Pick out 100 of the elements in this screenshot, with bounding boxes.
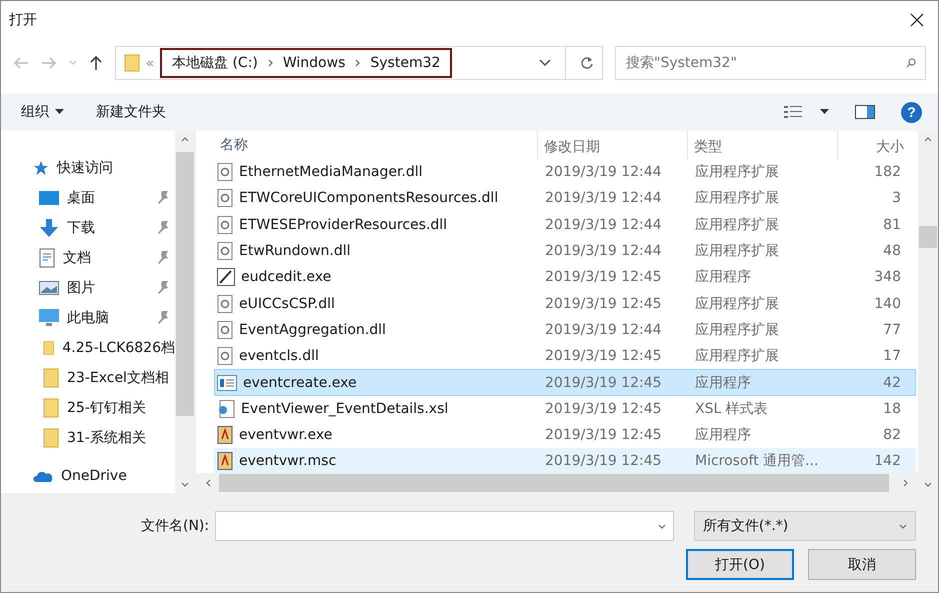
file-row[interactable]: eUICCsCSP.dll 2019/3/19 12:45 应用程序扩展 140 xyxy=(214,290,916,317)
file-name: eventvwr.msc xyxy=(239,453,336,470)
sidebar-item[interactable]: 25-钉钉相关 xyxy=(1,393,175,423)
sidebar-label: 图片 xyxy=(67,279,95,297)
modified-date: 2019/3/19 12:44 xyxy=(544,216,663,233)
sidebar-label: 31-系统相关 xyxy=(67,429,146,447)
dropdown-caret-icon[interactable] xyxy=(539,59,551,67)
folder-icon xyxy=(124,54,140,72)
sidebar-item[interactable]: 文档 xyxy=(1,243,175,273)
organize-menu-button[interactable]: 组织 xyxy=(13,99,72,125)
vertical-scrollbar[interactable] xyxy=(918,131,938,493)
scroll-thumb[interactable] xyxy=(919,226,937,248)
sidebar-label: 23-Excel文档相 xyxy=(67,369,169,387)
scroll-thumb[interactable] xyxy=(219,474,889,492)
file-row[interactable]: EventAggregation.dll 2019/3/19 12:44 应用程序扩展 77 xyxy=(214,316,916,344)
file-name: ETWESEProviderResources.dll xyxy=(239,216,448,233)
file-row[interactable]: eventcls.dll 2019/3/19 12:45 应用程序扩展 17 xyxy=(214,343,916,370)
new-folder-button[interactable]: 新建文件夹 xyxy=(88,99,174,125)
file-row[interactable]: ETWCoreUIComponentsResources.dll 2019/3/19 12:44 应用程序扩展 3 xyxy=(214,185,916,212)
sidebar-label: 此电脑 xyxy=(67,309,109,327)
file-type: 应用程序 xyxy=(694,374,752,392)
column-header[interactable]: 类型 xyxy=(688,131,838,159)
dropdown-caret-icon[interactable] xyxy=(820,109,829,115)
pen-icon xyxy=(217,268,235,286)
file-row[interactable]: EthernetMediaManager.dll 2019/3/19 12:44 应用程序扩展 182 xyxy=(214,159,916,186)
folder-icon xyxy=(43,368,59,388)
file-row[interactable]: eventcreate.exe 2019/3/19 12:45 应用程序 42 xyxy=(214,369,916,396)
double-chevron-icon[interactable] xyxy=(146,60,154,66)
file-row[interactable]: eudcedit.exe 2019/3/19 12:45 应用程序 348 xyxy=(214,264,916,290)
chevron-icon xyxy=(355,59,360,67)
file-type: 应用程序扩展 xyxy=(694,242,780,260)
file-name: eventcreate.exe xyxy=(243,374,357,391)
sidebar-item[interactable]: 31-系统相关 xyxy=(1,423,175,453)
file-size: 17 xyxy=(882,348,902,364)
file-row[interactable]: eventvwr.exe 2019/3/19 12:45 应用程序 82 xyxy=(214,422,916,448)
breadcrumb-item[interactable]: System32 xyxy=(370,55,440,71)
file-size: 48 xyxy=(882,243,902,260)
vertical-scrollbar[interactable] xyxy=(175,131,195,493)
filename-field[interactable] xyxy=(215,511,674,541)
file-size: 18 xyxy=(882,400,902,417)
column-header[interactable]: 修改日期 xyxy=(538,131,688,159)
cancel-button[interactable]: 取消 xyxy=(808,549,916,580)
file-type: 应用程序扩展 xyxy=(694,294,780,313)
sidebar-item[interactable]: 下载 xyxy=(1,213,175,243)
file-row[interactable]: EtwRundown.dll 2019/3/19 12:44 应用程序扩展 48 xyxy=(214,238,916,264)
sidebar-item[interactable]: 4.25-LCK6826档 xyxy=(1,333,175,363)
notebook-icon xyxy=(217,426,233,444)
file-size: 182 xyxy=(873,164,902,180)
file-size: 82 xyxy=(882,427,902,444)
sidebar-item[interactable]: 桌面 xyxy=(1,183,175,213)
file-row[interactable]: EventViewer_EventDetails.xsl 2019/3/19 12:45 XSL 样式表 18 xyxy=(214,396,916,422)
folder-icon xyxy=(43,398,59,418)
monitor-icon xyxy=(39,309,59,327)
sidebar-label: 文档 xyxy=(63,249,91,267)
refresh-icon[interactable] xyxy=(580,56,594,70)
address-bar[interactable]: 本地磁盘 (C:) Windows System32 xyxy=(115,46,603,80)
sidebar-item[interactable]: OneDrive xyxy=(1,461,175,491)
breadcrumb-item[interactable]: Windows xyxy=(282,55,346,71)
up-arrow-icon[interactable] xyxy=(89,55,103,71)
file-size: 3 xyxy=(891,190,902,206)
modified-date: 2019/3/19 12:45 xyxy=(544,296,663,312)
file-size: 140 xyxy=(873,296,902,312)
modified-date: 2019/3/19 12:45 xyxy=(544,453,663,470)
down-arrow-icon xyxy=(39,219,59,237)
breadcrumb-item[interactable]: 本地磁盘 (C:) xyxy=(172,54,258,72)
file-type: XSL 样式表 xyxy=(694,400,769,418)
scroll-thumb[interactable] xyxy=(176,152,194,416)
notebook-icon xyxy=(217,452,233,470)
file-size: 42 xyxy=(882,374,902,391)
file-type: 应用程序 xyxy=(694,268,752,286)
sidebar-item[interactable]: 23-Excel文档相 xyxy=(1,363,175,393)
dropdown-caret-icon[interactable] xyxy=(658,524,666,529)
desktop-icon xyxy=(39,190,59,206)
file-type: 应用程序扩展 xyxy=(694,216,780,234)
file-name: eudcedit.exe xyxy=(241,269,332,286)
caret-icon xyxy=(55,109,64,115)
file-row[interactable]: ETWESEProviderResources.dll 2019/3/19 12:44 应用程序扩展 81 xyxy=(214,212,916,238)
sidebar-item[interactable]: 快速访问 xyxy=(1,153,175,183)
open-button[interactable]: 打开(O) xyxy=(686,549,794,580)
view-options-icon[interactable] xyxy=(784,105,804,119)
sidebar-item[interactable]: 图片 xyxy=(1,273,175,303)
sidebar-label: 25-钉钉相关 xyxy=(67,399,146,417)
sidebar-item[interactable]: 此电脑 xyxy=(1,303,175,333)
help-button[interactable]: ? xyxy=(901,102,922,122)
close-icon[interactable] xyxy=(910,13,924,27)
column-header[interactable]: 大小 xyxy=(838,131,918,159)
column-header[interactable]: 名称 xyxy=(196,131,538,159)
file-type: 应用程序扩展 xyxy=(694,320,780,339)
folder-icon xyxy=(43,338,54,358)
file-size: 77 xyxy=(882,322,902,338)
file-row[interactable]: eventvwr.msc 2019/3/19 12:45 Microsoft 通用管... 142 xyxy=(214,448,916,473)
modified-date: 2019/3/19 12:45 xyxy=(544,269,663,286)
search-field[interactable]: 搜索"System32" xyxy=(615,46,926,80)
caret-icon xyxy=(899,524,907,528)
file-type-dropdown[interactable]: 所有文件(*.*) xyxy=(694,511,916,541)
file-name: eventvwr.exe xyxy=(239,427,332,444)
modified-date: 2019/3/19 12:44 xyxy=(544,243,663,260)
sidebar-label: 4.25-LCK6826档 xyxy=(62,339,175,357)
preview-pane-icon[interactable] xyxy=(855,105,875,119)
sidebar-label: 桌面 xyxy=(67,189,95,207)
